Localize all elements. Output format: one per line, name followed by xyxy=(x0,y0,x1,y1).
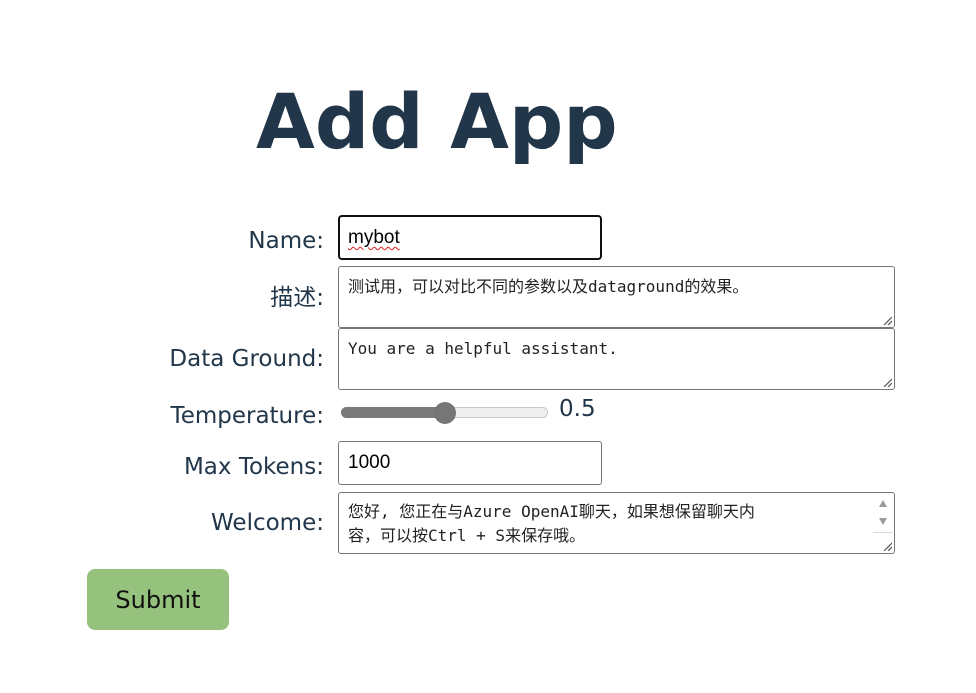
name-label: Name: xyxy=(248,228,324,254)
resize-grip-icon[interactable] xyxy=(882,541,892,551)
temperature-label: Temperature: xyxy=(170,403,324,429)
description-label: 描述: xyxy=(270,285,324,311)
max-tokens-label: Max Tokens: xyxy=(183,454,324,480)
welcome-text-line-1: 您好, 您正在与Azure OpenAI聊天，如果想保留聊天内 xyxy=(348,502,755,521)
data-ground-text: You are a helpful assistant. xyxy=(348,339,618,358)
slider-fill xyxy=(341,407,445,418)
description-text: 测试用，可以对比不同的参数以及dataground的效果。 xyxy=(348,277,749,296)
welcome-textarea[interactable]: 您好, 您正在与Azure OpenAI聊天，如果想保留聊天内 容，可以按Ctr… xyxy=(338,492,895,554)
page-title: Add App xyxy=(256,77,618,166)
max-tokens-value: 1000 xyxy=(348,452,391,473)
temperature-value: 0.5 xyxy=(559,396,596,422)
scroll-down-arrow-icon[interactable] xyxy=(878,517,888,526)
data-ground-textarea[interactable]: You are a helpful assistant. xyxy=(338,328,895,390)
max-tokens-input[interactable]: 1000 xyxy=(338,441,602,485)
data-ground-label: Data Ground: xyxy=(169,346,324,372)
scroll-up-arrow-icon[interactable] xyxy=(878,499,888,508)
description-textarea[interactable]: 测试用，可以对比不同的参数以及dataground的效果。 xyxy=(338,266,895,328)
name-input[interactable]: mybot xyxy=(338,215,602,260)
welcome-label: Welcome: xyxy=(211,510,324,536)
slider-thumb[interactable] xyxy=(433,402,456,424)
name-input-value: mybot xyxy=(348,227,400,248)
resize-grip-icon[interactable] xyxy=(882,315,892,325)
resize-grip-icon[interactable] xyxy=(882,377,892,387)
temperature-slider[interactable] xyxy=(341,401,550,425)
welcome-text-line-2: 容，可以按Ctrl + S来保存哦。 xyxy=(348,526,586,545)
submit-button[interactable]: Submit xyxy=(87,569,229,630)
scrollbar-divider xyxy=(873,532,893,533)
